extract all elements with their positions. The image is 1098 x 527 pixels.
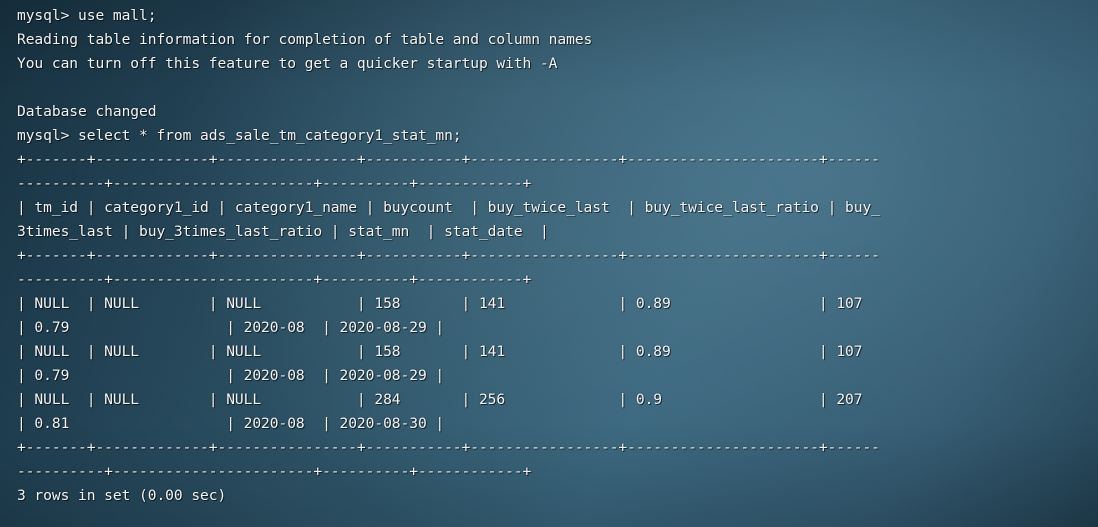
terminal-output[interactable]: mysql> use mall; Reading table informati… (17, 4, 883, 508)
terminal-window[interactable]: mysql> use mall; Reading table informati… (0, 0, 1098, 527)
